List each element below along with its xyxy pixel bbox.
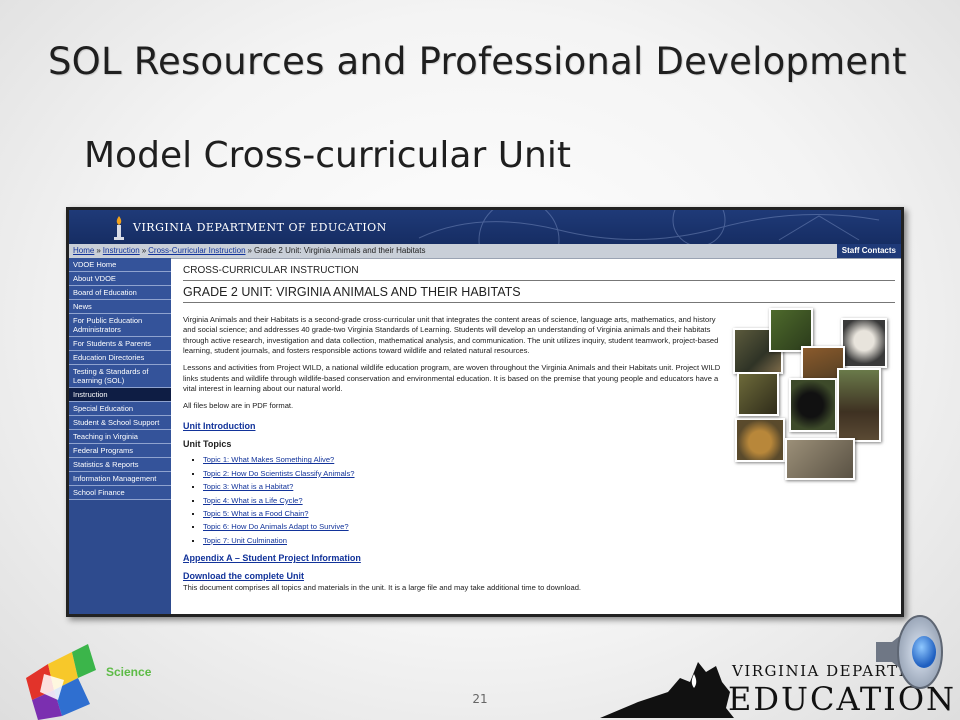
turtle-photo bbox=[735, 418, 785, 462]
slide-subtitle: Model Cross-curricular Unit bbox=[84, 135, 571, 176]
vdoe-page-screenshot: VIRGINIA DEPARTMENT OF EDUCATION Home» In… bbox=[66, 207, 904, 617]
science-label: Science bbox=[106, 665, 152, 679]
nav-item-student-support[interactable]: Student & School Support bbox=[69, 416, 171, 430]
nav-item-teaching[interactable]: Teaching in Virginia bbox=[69, 430, 171, 444]
topic-link[interactable]: Topic 4: What is a Life Cycle? bbox=[203, 496, 303, 505]
nav-item-students-parents[interactable]: For Students & Parents bbox=[69, 337, 171, 351]
bird-photo bbox=[785, 438, 855, 480]
nav-item-special-education[interactable]: Special Education bbox=[69, 402, 171, 416]
breadcrumb-cross-curricular[interactable]: Cross-Curricular Instruction bbox=[148, 246, 245, 255]
left-nav: VDOE Home About VDOE Board of Education … bbox=[69, 258, 171, 614]
project-wild-paragraph: Lessons and activities from Project WILD… bbox=[183, 362, 721, 394]
nav-item-instruction[interactable]: Instruction bbox=[69, 388, 171, 402]
header-decoration bbox=[418, 210, 880, 244]
bear-photo bbox=[789, 378, 837, 432]
download-note: This document comprises all topics and m… bbox=[183, 583, 582, 593]
nav-item-info-mgmt[interactable]: Information Management bbox=[69, 472, 171, 486]
possum-photo bbox=[841, 318, 887, 368]
divider bbox=[183, 279, 895, 281]
staff-contacts-link[interactable]: Staff Contacts bbox=[836, 244, 901, 258]
breadcrumb: Home» Instruction» Cross-Curricular Instru… bbox=[69, 244, 901, 259]
torch-logo-icon bbox=[114, 216, 124, 240]
nav-item-about[interactable]: About VDOE bbox=[69, 272, 171, 286]
slide-title: SOL Resources and Professional Developme… bbox=[48, 40, 907, 83]
vdoe-header: VIRGINIA DEPARTMENT OF EDUCATION bbox=[69, 210, 901, 244]
list-item: Topic 3: What is a Habitat? bbox=[203, 480, 895, 493]
nav-item-board[interactable]: Board of Education bbox=[69, 286, 171, 300]
topic-link[interactable]: Topic 5: What is a Food Chain? bbox=[203, 509, 309, 518]
nav-item-administrators[interactable]: For Public Education Administrators bbox=[69, 314, 171, 337]
nav-item-statistics[interactable]: Statistics & Reports bbox=[69, 458, 171, 472]
topic-link[interactable]: Topic 6: How Do Animals Adapt to Survive… bbox=[203, 522, 349, 531]
list-item: Topic 6: How Do Animals Adapt to Survive… bbox=[203, 520, 895, 533]
breadcrumb-instruction[interactable]: Instruction bbox=[103, 246, 140, 255]
site-name[interactable]: VIRGINIA DEPARTMENT OF EDUCATION bbox=[133, 221, 387, 234]
nav-item-directories[interactable]: Education Directories bbox=[69, 351, 171, 365]
deer-photo bbox=[837, 368, 881, 442]
list-item: Topic 5: What is a Food Chain? bbox=[203, 507, 895, 520]
science-logo-icon: Science bbox=[26, 644, 152, 720]
nav-item-federal[interactable]: Federal Programs bbox=[69, 444, 171, 458]
breadcrumb-home[interactable]: Home bbox=[73, 246, 94, 255]
section-label: CROSS-CURRICULAR INSTRUCTION bbox=[183, 265, 359, 276]
breadcrumb-current: Grade 2 Unit: Virginia Animals and their… bbox=[253, 246, 426, 255]
nav-item-news[interactable]: News bbox=[69, 300, 171, 314]
unit-title: GRADE 2 UNIT: VIRGINIA ANIMALS AND THEIR… bbox=[183, 284, 521, 299]
nav-item-testing-sol[interactable]: Testing & Standards of Learning (SOL) bbox=[69, 365, 171, 388]
nav-item-school-finance[interactable]: School Finance bbox=[69, 486, 171, 500]
topic-link[interactable]: Topic 1: What Makes Something Alive? bbox=[203, 455, 334, 464]
insect-photo bbox=[737, 372, 779, 416]
list-item: Topic 4: What is a Life Cycle? bbox=[203, 494, 895, 507]
download-unit-link[interactable]: Download the complete Unit bbox=[183, 571, 895, 581]
list-item: Topic 7: Unit Culmination bbox=[203, 534, 895, 547]
topic-link[interactable]: Topic 7: Unit Culmination bbox=[203, 536, 287, 545]
animal-photo-collage bbox=[733, 308, 887, 480]
speaker-icon[interactable] bbox=[868, 612, 952, 692]
topic-link[interactable]: Topic 2: How Do Scientists Classify Anim… bbox=[203, 469, 355, 478]
topic-link[interactable]: Topic 3: What is a Habitat? bbox=[203, 482, 293, 491]
divider bbox=[183, 301, 895, 303]
intro-paragraph: Virginia Animals and their Habitats is a… bbox=[183, 314, 719, 356]
appendix-link[interactable]: Appendix A – Student Project Information bbox=[183, 553, 895, 563]
nav-item-vdoe-home[interactable]: VDOE Home bbox=[69, 258, 171, 272]
